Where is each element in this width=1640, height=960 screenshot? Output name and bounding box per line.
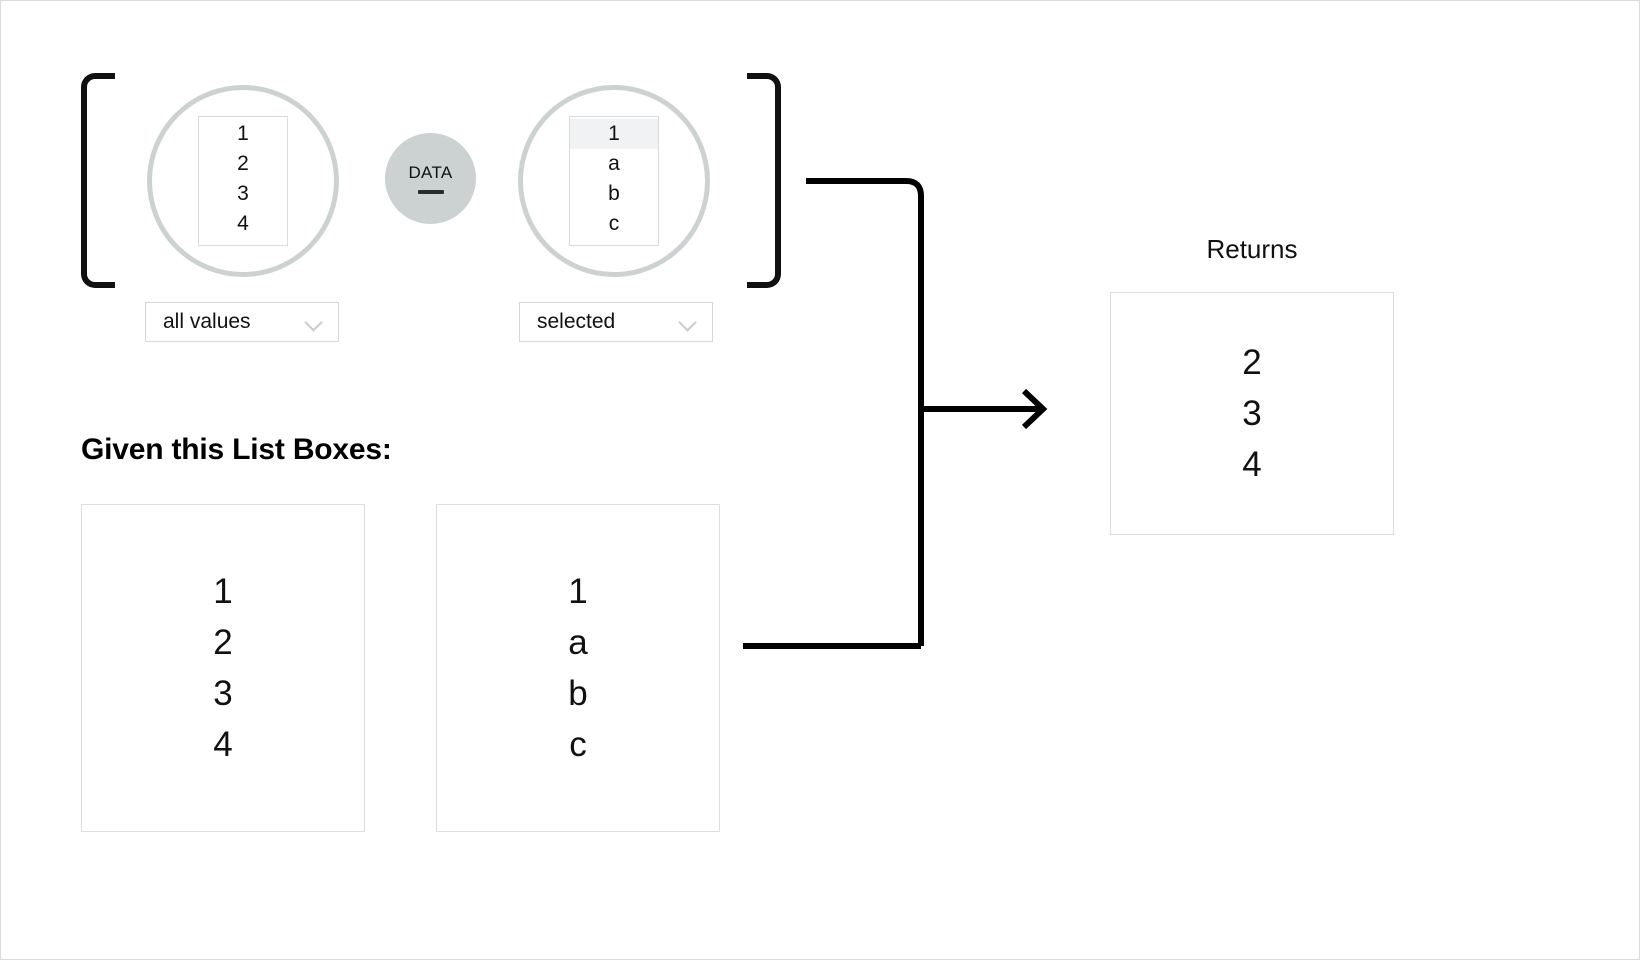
listbox-mixed[interactable]: 1 a b c — [436, 504, 720, 832]
list-item[interactable]: 1 — [568, 566, 587, 617]
mini-list-item[interactable]: b — [570, 179, 658, 209]
returns-label: Returns — [1206, 234, 1298, 264]
mini-list-item-selected[interactable]: 1 — [570, 119, 658, 149]
mini-listbox-selected[interactable]: 1 a b c — [569, 116, 659, 246]
diagram-canvas: 1 2 3 4 DATA 1 a b c all values selected… — [0, 0, 1640, 960]
bracket-open-icon — [81, 73, 115, 288]
list-item[interactable]: 2 — [213, 617, 232, 668]
list-item[interactable]: b — [568, 668, 587, 719]
mini-listbox-all-values[interactable]: 1 2 3 4 — [198, 116, 288, 246]
connector-arrow-group — [743, 178, 1048, 649]
list-item[interactable]: 3 — [213, 668, 232, 719]
mini-list-item[interactable]: 2 — [199, 149, 287, 179]
select-all-values-value: all values — [163, 310, 251, 333]
returns-result-box: 2 3 4 — [1110, 292, 1394, 535]
mini-list-item[interactable]: 3 — [199, 179, 287, 209]
chevron-down-icon — [305, 316, 324, 328]
list-item[interactable]: 4 — [213, 719, 232, 770]
minus-icon — [417, 190, 444, 194]
bracket-close-icon — [747, 73, 781, 288]
list-item[interactable]: a — [568, 617, 587, 668]
data-operator-badge: DATA — [385, 133, 476, 224]
page-title: Given this List Boxes: — [81, 433, 392, 466]
returns-item: 4 — [1242, 445, 1262, 484]
mini-list-item[interactable]: 1 — [199, 119, 287, 149]
mini-list-item[interactable]: a — [570, 149, 658, 179]
select-all-values[interactable]: all values — [145, 302, 339, 342]
select-selected[interactable]: selected — [519, 302, 713, 342]
data-operator-label: DATA — [408, 163, 453, 182]
list-item[interactable]: 1 — [213, 566, 232, 617]
returns-item: 3 — [1242, 394, 1262, 433]
mini-list-item[interactable]: 4 — [199, 209, 287, 239]
listbox-numbers[interactable]: 1 2 3 4 — [81, 504, 365, 832]
chevron-down-icon — [679, 316, 698, 328]
mini-list-item[interactable]: c — [570, 209, 658, 239]
returns-item: 2 — [1242, 343, 1262, 382]
operand-right-circle: 1 a b c — [518, 85, 710, 277]
operand-left-circle: 1 2 3 4 — [147, 85, 339, 277]
connector-path-top — [806, 178, 924, 646]
select-selected-value: selected — [537, 310, 616, 333]
list-item[interactable]: c — [569, 719, 587, 770]
formula-expression: 1 2 3 4 DATA 1 a b c — [81, 73, 781, 288]
